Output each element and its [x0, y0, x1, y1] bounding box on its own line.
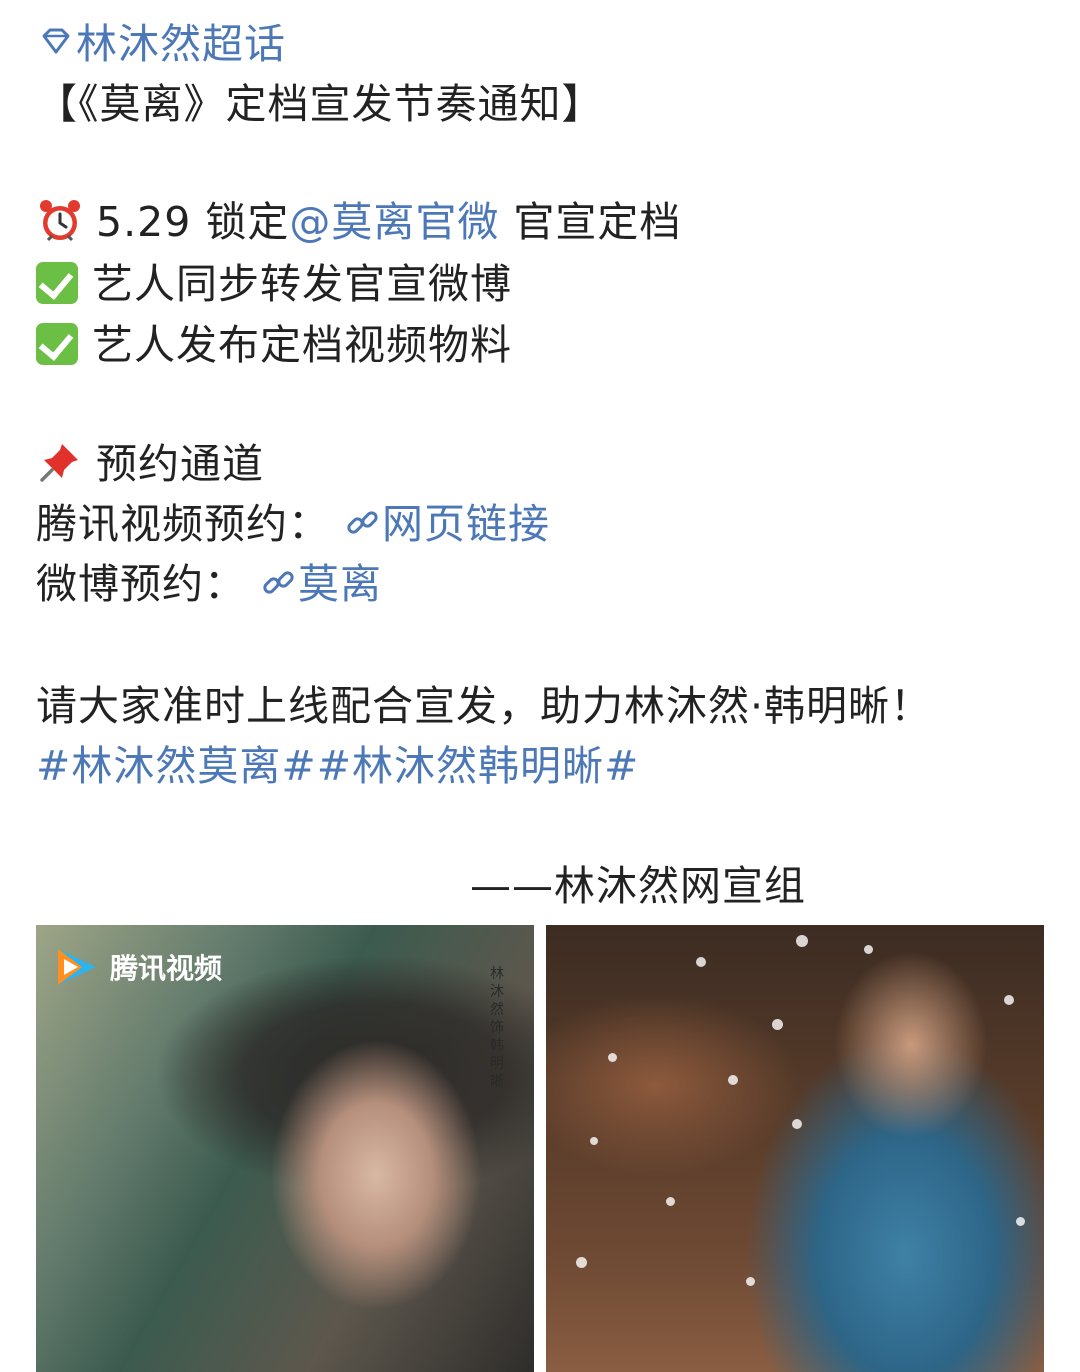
task-item: 艺人发布定档视频物料: [36, 319, 512, 371]
snowflake: [772, 1019, 783, 1030]
task-label: 艺人同步转发官宣微博: [92, 260, 512, 308]
weibo-post: 林沐然超话 【《莫离》定档宣发节奏通知】 5.29 锁定@莫离官微 官宣定档 艺…: [0, 0, 1080, 1372]
snowflake: [666, 1197, 675, 1206]
snowflake: [746, 1277, 755, 1286]
weibo-reservation-row: 微博预约： 莫离: [36, 558, 382, 610]
call-to-action: 请大家准时上线配合宣发，助力林沐然·韩明晰！: [36, 682, 933, 730]
official-account-mention[interactable]: @莫离官微: [289, 198, 499, 246]
super-topic-row[interactable]: 林沐然超话: [36, 18, 286, 70]
weibo-reservation-link[interactable]: 莫离: [260, 560, 382, 608]
tencent-reservation-row: 腾讯视频预约： 网页链接: [36, 498, 550, 550]
poster-image[interactable]: 腾讯视频 林沐然饰韩明晰: [36, 925, 534, 1372]
snowflake: [696, 957, 706, 967]
snowflake: [792, 1119, 802, 1129]
snowflake: [608, 1053, 617, 1062]
link-icon: [263, 571, 294, 594]
reservation-heading-row: 预约通道: [36, 438, 264, 490]
weibo-reservation-label: 微博预约：: [36, 560, 246, 608]
tencent-reservation-link-text[interactable]: 网页链接: [382, 500, 550, 548]
schedule-announce-text: 官宣定档: [513, 198, 682, 246]
poster-credit: 林沐然饰韩明晰: [490, 966, 504, 1090]
post-title: 【《莫离》定档宣发节奏通知】: [36, 80, 604, 128]
tencent-reservation-label: 腾讯视频预约：: [36, 500, 330, 548]
check-mark-icon: [36, 262, 78, 304]
link-icon: [347, 511, 378, 534]
snowflake: [1004, 995, 1014, 1005]
schedule-lock-text: 锁定: [205, 198, 290, 246]
image-grid: 腾讯视频 林沐然饰韩明晰: [36, 925, 1044, 1372]
schedule-date: 5.29: [96, 198, 192, 246]
alarm-clock-icon: [40, 200, 80, 242]
snowflake: [796, 935, 808, 947]
snowflake: [1016, 1217, 1025, 1226]
tencent-play-icon: [58, 949, 96, 985]
diamond-icon: [42, 28, 70, 54]
weibo-reservation-link-text[interactable]: 莫离: [298, 560, 382, 608]
snowflake: [576, 1257, 587, 1268]
signature: ——林沐然网宣组: [470, 862, 806, 910]
task-label: 艺人发布定档视频物料: [92, 321, 512, 369]
super-topic-link[interactable]: 林沐然超话: [76, 20, 286, 68]
tencent-video-logo: 腾讯视频: [52, 945, 222, 989]
tencent-reservation-link[interactable]: 网页链接: [344, 500, 550, 548]
schedule-row: 5.29 锁定@莫离官微 官宣定档: [36, 196, 681, 248]
hashtag-links[interactable]: #林沐然莫离##林沐然韩明晰#: [36, 740, 639, 792]
tencent-video-logo-text: 腾讯视频: [110, 952, 223, 985]
snowflake: [864, 945, 873, 954]
snowflake: [728, 1075, 738, 1085]
still-image[interactable]: [546, 925, 1044, 1372]
pushpin-icon: [40, 444, 78, 482]
snowflake: [590, 1137, 598, 1145]
task-item: 艺人同步转发官宣微博: [36, 258, 512, 310]
check-mark-icon: [36, 323, 78, 365]
reservation-heading: 预约通道: [96, 440, 264, 488]
